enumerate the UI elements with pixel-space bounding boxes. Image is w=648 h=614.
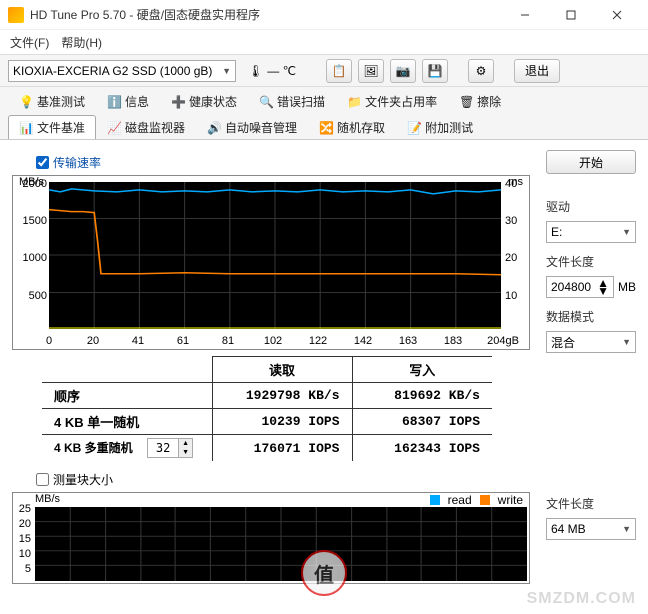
app-icon [8, 7, 24, 23]
file-length-2-field[interactable]: 64 MB ▼ [546, 518, 636, 540]
legend-write-swatch [480, 495, 490, 505]
transfer-rate-chart: MB/s ms 2000 1500 1000 [12, 175, 530, 350]
camera-icon: 📷 [396, 64, 411, 78]
tab-disk-monitor[interactable]: 📈磁盘监视器 [96, 115, 196, 139]
watermark-text: SMZDM.COM [527, 590, 636, 608]
minimize-button[interactable] [502, 0, 548, 30]
tab-health[interactable]: ➕健康状态 [160, 89, 248, 113]
tab-aam[interactable]: 🔊自动噪音管理 [196, 115, 308, 139]
folder-icon: 📁 [347, 95, 361, 109]
random-icon: 🔀 [319, 121, 333, 135]
copy-info-button[interactable]: 📋 [326, 59, 352, 83]
file-length-field[interactable]: 204800 ▲▼ [546, 276, 614, 298]
chevron-down-icon: ▼ [622, 337, 631, 347]
transfer-rate-checkbox[interactable]: 传输速率 [36, 154, 530, 171]
file-length-2-label: 文件长度 [546, 495, 636, 512]
maximize-button[interactable] [548, 0, 594, 30]
data-mode-label: 数据模式 [546, 308, 636, 325]
watermark-badge: 值 [301, 550, 347, 596]
copy-screenshot-button[interactable]: 🖼 [358, 59, 384, 83]
scan-icon: 🔍 [259, 95, 273, 109]
block-size-checkbox-input[interactable] [36, 473, 49, 486]
tab-folder-usage[interactable]: 📁文件夹占用率 [336, 89, 448, 113]
spinner-down-icon[interactable]: ▼ [597, 287, 609, 295]
menubar: 文件(F) 帮助(H) [0, 30, 648, 54]
tab-extra-tests[interactable]: 📝附加测试 [396, 115, 484, 139]
save-button[interactable]: 💾 [422, 59, 448, 83]
tab-random-access[interactable]: 🔀随机存取 [308, 115, 396, 139]
results-table: 读取 写入 顺序 1929798 KB/s 819692 KB/s 4 KB 单… [42, 356, 492, 461]
table-row: 4 KB 单一随机 10239 IOPS 68307 IOPS [42, 409, 492, 435]
chevron-down-icon: ▼ [222, 66, 231, 76]
chart2-unit: MB/s [35, 493, 60, 505]
gear-icon: ⚙ [476, 64, 487, 78]
data-mode-field[interactable]: 混合 ▼ [546, 331, 636, 353]
tab-benchmark[interactable]: 💡基准测试 [8, 89, 96, 113]
menu-help[interactable]: 帮助(H) [61, 34, 102, 51]
chevron-down-icon: ▼ [622, 227, 631, 237]
transfer-rate-checkbox-input[interactable] [36, 156, 49, 169]
thermometer-icon: 🌡 [248, 64, 263, 78]
chevron-down-icon: ▼ [622, 524, 631, 534]
window-title: HD Tune Pro 5.70 - 硬盘/固态硬盘实用程序 [30, 6, 502, 23]
table-row: 顺序 1929798 KB/s 819692 KB/s [42, 383, 492, 409]
tab-erase[interactable]: 🗑擦除 [448, 89, 512, 113]
save-icon: 💾 [428, 64, 443, 78]
info-icon: ℹ️ [107, 95, 121, 109]
table-row: 4 KB 多重随机 ▲▼ 176071 IOPS 162343 IOPS [42, 435, 492, 462]
multi-queue-spinner[interactable]: ▲▼ [147, 438, 193, 458]
screenshot-button[interactable]: 📷 [390, 59, 416, 83]
image-icon: 🖼 [363, 64, 378, 78]
toolbar: KIOXIA-EXCERIA G2 SSD (1000 gB) ▼ 🌡 — ℃ … [0, 55, 648, 87]
file-length-label: 文件长度 [546, 253, 636, 270]
temperature-display: 🌡 — ℃ [242, 62, 302, 80]
drive-select[interactable]: KIOXIA-EXCERIA G2 SSD (1000 gB) ▼ [8, 60, 236, 82]
erase-icon: 🗑 [459, 95, 473, 109]
tab-strip: 💡基准测试 ℹ️信息 ➕健康状态 🔍错误扫描 📁文件夹占用率 🗑擦除 📊文件基准… [0, 87, 648, 140]
spinner-down-icon[interactable]: ▼ [179, 448, 192, 457]
options-button[interactable]: ⚙ [468, 59, 494, 83]
start-button[interactable]: 开始 [546, 150, 636, 174]
block-size-chart: MB/s read write 25 20 15 10 5 [12, 492, 530, 584]
temperature-value: — ℃ [267, 64, 296, 78]
copy-icon: 📋 [332, 64, 347, 78]
spinner-up-icon[interactable]: ▲ [179, 439, 192, 448]
file-benchmark-icon: 📊 [19, 121, 33, 135]
drive-select-value: KIOXIA-EXCERIA G2 SSD (1000 gB) [13, 64, 212, 78]
titlebar: HD Tune Pro 5.70 - 硬盘/固态硬盘实用程序 [0, 0, 648, 30]
tab-info[interactable]: ℹ️信息 [96, 89, 160, 113]
drive-field[interactable]: E: ▼ [546, 221, 636, 243]
drive-label: 驱动 [546, 198, 636, 215]
tab-file-benchmark[interactable]: 📊文件基准 [8, 115, 96, 139]
health-icon: ➕ [171, 95, 185, 109]
benchmark-icon: 💡 [19, 95, 33, 109]
close-button[interactable] [594, 0, 640, 30]
tab-error-scan[interactable]: 🔍错误扫描 [248, 89, 336, 113]
exit-button[interactable]: 退出 [514, 59, 560, 83]
extra-icon: 📝 [407, 121, 421, 135]
menu-file[interactable]: 文件(F) [10, 34, 49, 51]
block-size-checkbox[interactable]: 测量块大小 [36, 471, 530, 488]
sound-icon: 🔊 [207, 121, 221, 135]
monitor-icon: 📈 [107, 121, 121, 135]
legend-read-swatch [430, 495, 440, 505]
multi-queue-input[interactable] [148, 441, 178, 455]
